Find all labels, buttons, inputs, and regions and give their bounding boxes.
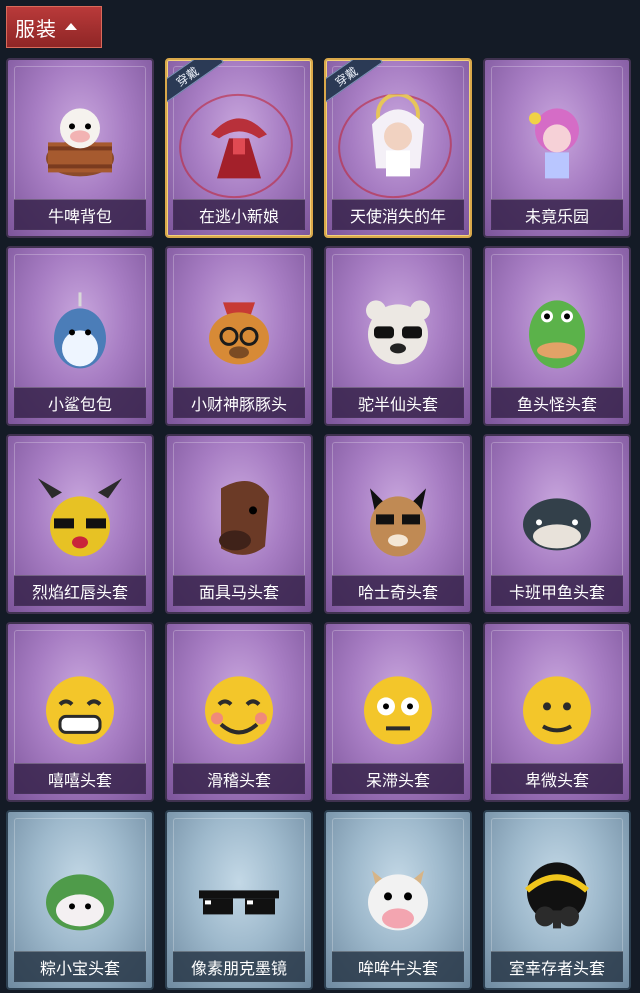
item-label: 像素朋克墨镜 xyxy=(173,951,305,982)
costume-card[interactable]: 呆滞头套 xyxy=(324,622,472,802)
costume-card-equipped[interactable]: 穿戴 天使消失的年 xyxy=(324,58,472,238)
item-label: 卑微头套 xyxy=(491,763,623,794)
item-label: 小财神豚豚头 xyxy=(173,387,305,418)
item-label: 烈焰红唇头套 xyxy=(14,575,146,606)
item-label: 驼半仙头套 xyxy=(332,387,464,418)
costume-card[interactable]: 卡班甲鱼头套 xyxy=(483,434,631,614)
dazed-emoji-icon xyxy=(350,658,446,754)
item-label: 卡班甲鱼头套 xyxy=(491,575,623,606)
costume-card[interactable]: 粽小宝头套 xyxy=(6,810,154,990)
item-label: 呆滞头套 xyxy=(332,763,464,794)
pikachu-head-icon xyxy=(32,470,128,566)
category-dropdown[interactable]: 服装 xyxy=(6,6,102,48)
gas-mask-icon xyxy=(509,846,605,942)
pixel-sunglasses-icon xyxy=(191,846,287,942)
humble-emoji-icon xyxy=(509,658,605,754)
item-label: 室幸存者头套 xyxy=(491,951,623,982)
grinning-emoji-icon xyxy=(32,658,128,754)
bear-sunglasses-icon xyxy=(350,282,446,378)
pink-girl-icon xyxy=(509,94,605,190)
chevron-up-icon xyxy=(65,22,77,30)
item-label: 牛啤背包 xyxy=(14,199,146,230)
item-label: 鱼头怪头套 xyxy=(491,387,623,418)
costume-card[interactable]: 小鲨包包 xyxy=(6,246,154,426)
category-title: 服装 xyxy=(15,16,57,41)
silly-emoji-icon xyxy=(191,658,287,754)
capybara-head-icon xyxy=(191,282,287,378)
costume-card[interactable]: 哞哞牛头套 xyxy=(324,810,472,990)
item-label: 哞哞牛头套 xyxy=(332,951,464,982)
fish-blob-icon xyxy=(509,470,605,566)
cow-head-icon xyxy=(350,846,446,942)
costume-card[interactable]: 室幸存者头套 xyxy=(483,810,631,990)
costume-card[interactable]: 小财神豚豚头 xyxy=(165,246,313,426)
costume-grid: 牛啤背包 穿戴 在逃小新娘 穿戴 天使消失的年 未竟乐园 小鲨包包 小财神豚豚头… xyxy=(6,58,634,990)
angel-girl-icon xyxy=(350,93,446,190)
item-label: 滑稽头套 xyxy=(173,763,305,794)
item-label: 粽小宝头套 xyxy=(14,951,146,982)
shark-bag-icon xyxy=(32,282,128,378)
costume-card[interactable]: 哈士奇头套 xyxy=(324,434,472,614)
item-label: 在逃小新娘 xyxy=(173,199,305,230)
costume-card[interactable]: 像素朋克墨镜 xyxy=(165,810,313,990)
beer-barrel-cow-icon xyxy=(32,94,128,190)
costume-card[interactable]: 面具马头套 xyxy=(165,434,313,614)
costume-card[interactable]: 滑稽头套 xyxy=(165,622,313,802)
costume-card-equipped[interactable]: 穿戴 在逃小新娘 xyxy=(165,58,313,238)
bride-dress-icon xyxy=(191,94,287,190)
costume-card[interactable]: 鱼头怪头套 xyxy=(483,246,631,426)
costume-card[interactable]: 驼半仙头套 xyxy=(324,246,472,426)
costume-card[interactable]: 烈焰红唇头套 xyxy=(6,434,154,614)
item-label: 小鲨包包 xyxy=(14,387,146,418)
costume-card[interactable]: 未竟乐园 xyxy=(483,58,631,238)
item-label: 面具马头套 xyxy=(173,575,305,606)
fish-head-icon xyxy=(509,282,605,378)
item-label: 嘻嘻头套 xyxy=(14,763,146,794)
item-label: 哈士奇头套 xyxy=(332,575,464,606)
costume-card[interactable]: 牛啤背包 xyxy=(6,58,154,238)
horse-mask-icon xyxy=(191,470,287,566)
item-label: 天使消失的年 xyxy=(332,199,464,230)
costume-card[interactable]: 卑微头套 xyxy=(483,622,631,802)
item-label: 未竟乐园 xyxy=(491,199,623,230)
zongzi-head-icon xyxy=(32,846,128,942)
costume-card[interactable]: 嘻嘻头套 xyxy=(6,622,154,802)
husky-head-icon xyxy=(350,470,446,566)
